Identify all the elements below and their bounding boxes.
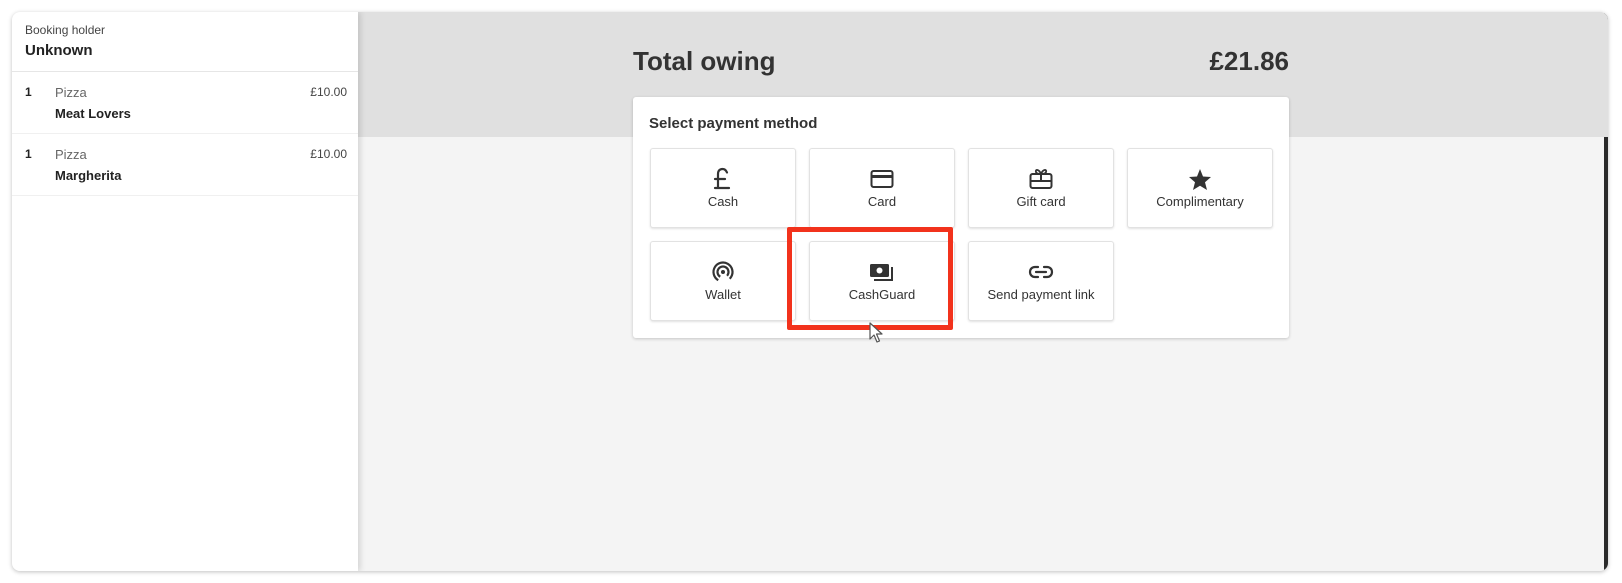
item-quantity: 1 bbox=[25, 147, 32, 161]
card-button[interactable]: Card bbox=[809, 148, 955, 228]
complimentary-label: Complimentary bbox=[1156, 194, 1244, 209]
highlight-box bbox=[787, 227, 953, 330]
cash-label: Cash bbox=[707, 194, 739, 209]
item-quantity: 1 bbox=[25, 85, 32, 99]
item-price: £10.00 bbox=[310, 85, 347, 99]
card-label: Card bbox=[867, 194, 897, 209]
booking-holder[interactable]: Booking holder Unknown bbox=[12, 12, 358, 72]
cash-button[interactable]: Cash bbox=[650, 148, 796, 228]
order-panel: Booking holder Unknown 1 Pizza Meat Love… bbox=[12, 12, 358, 571]
booking-holder-name: Unknown bbox=[25, 42, 93, 59]
item-name: Margherita bbox=[55, 168, 122, 183]
star-icon bbox=[1128, 167, 1272, 191]
item-category: Pizza bbox=[55, 147, 87, 162]
link-icon bbox=[969, 260, 1113, 284]
gift-card-icon bbox=[969, 167, 1113, 191]
complimentary-button[interactable]: Complimentary bbox=[1127, 148, 1273, 228]
credit-card-icon bbox=[810, 167, 954, 191]
total-owing-amount: £21.86 bbox=[1209, 46, 1289, 76]
booking-holder-label: Booking holder bbox=[25, 23, 106, 37]
payment-method-title: Select payment method bbox=[649, 115, 818, 132]
item-name: Meat Lovers bbox=[55, 106, 131, 121]
order-item[interactable]: 1 Pizza Meat Lovers £10.00 bbox=[12, 72, 358, 134]
payment-area: Total owing £21.86 Select payment method… bbox=[358, 12, 1608, 571]
item-price: £10.00 bbox=[310, 147, 347, 161]
send-payment-link-button[interactable]: Send payment link bbox=[968, 241, 1114, 321]
wallet-label: Wallet bbox=[705, 287, 741, 302]
contactless-icon bbox=[651, 260, 795, 284]
gift-card-button[interactable]: Gift card bbox=[968, 148, 1114, 228]
gift-card-label: Gift card bbox=[1016, 194, 1066, 209]
mouse-pointer-icon bbox=[869, 322, 885, 349]
total-owing-label: Total owing bbox=[633, 46, 776, 76]
send-payment-link-label: Send payment link bbox=[987, 287, 1095, 302]
item-category: Pizza bbox=[55, 85, 87, 100]
order-item[interactable]: 1 Pizza Margherita £10.00 bbox=[12, 134, 358, 196]
wallet-button[interactable]: Wallet bbox=[650, 241, 796, 321]
payment-method-card: Select payment method Cash Card Gift car… bbox=[633, 97, 1289, 338]
pound-icon bbox=[651, 167, 795, 191]
total-owing-row: Total owing £21.86 bbox=[633, 46, 1289, 76]
